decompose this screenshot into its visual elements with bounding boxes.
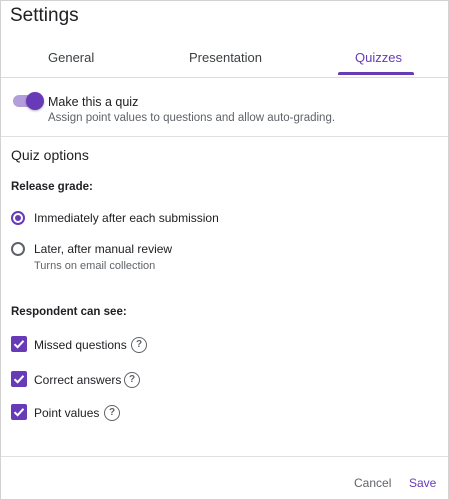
footer-divider: [1, 456, 448, 457]
make-quiz-description: Assign point values to questions and all…: [48, 112, 336, 124]
dialog-title: Settings: [10, 5, 79, 26]
tab-general[interactable]: General: [48, 50, 94, 65]
checkbox-correct-answers[interactable]: [11, 371, 27, 387]
checkbox-point-values[interactable]: [11, 404, 27, 420]
tab-bar: General Presentation Quizzes: [1, 45, 448, 78]
checkbox-missed-questions[interactable]: [11, 336, 27, 352]
settings-dialog: Settings General Presentation Quizzes Ma…: [0, 0, 449, 500]
help-icon[interactable]: ?: [104, 405, 120, 421]
help-icon[interactable]: ?: [131, 337, 147, 353]
active-tab-indicator: [338, 72, 414, 75]
radio-later-label[interactable]: Later, after manual review: [34, 242, 172, 256]
radio-immediately[interactable]: [11, 211, 25, 225]
radio-later-sub: Turns on email collection: [34, 260, 156, 272]
checkbox-correct-answers-label[interactable]: Correct answers: [34, 373, 121, 387]
cancel-button[interactable]: Cancel: [354, 476, 391, 490]
radio-later[interactable]: [11, 242, 25, 256]
make-quiz-label: Make this a quiz: [48, 95, 139, 109]
release-grade-label: Release grade:: [11, 181, 93, 193]
checkbox-missed-questions-label[interactable]: Missed questions: [34, 338, 127, 352]
checkbox-point-values-label[interactable]: Point values: [34, 406, 99, 420]
quiz-options-title: Quiz options: [11, 147, 89, 163]
tab-presentation[interactable]: Presentation: [189, 50, 262, 65]
help-icon[interactable]: ?: [124, 372, 140, 388]
save-button[interactable]: Save: [409, 476, 436, 490]
checkmark-icon: [13, 408, 25, 417]
make-quiz-row: Make this a quiz Assign point values to …: [1, 92, 448, 137]
respondent-can-see-label: Respondent can see:: [11, 306, 127, 318]
checkmark-icon: [13, 340, 25, 349]
tab-quizzes[interactable]: Quizzes: [355, 50, 402, 65]
make-quiz-toggle[interactable]: [13, 92, 44, 110]
toggle-thumb: [26, 92, 44, 110]
radio-immediately-label[interactable]: Immediately after each submission: [34, 211, 219, 225]
checkmark-icon: [13, 375, 25, 384]
